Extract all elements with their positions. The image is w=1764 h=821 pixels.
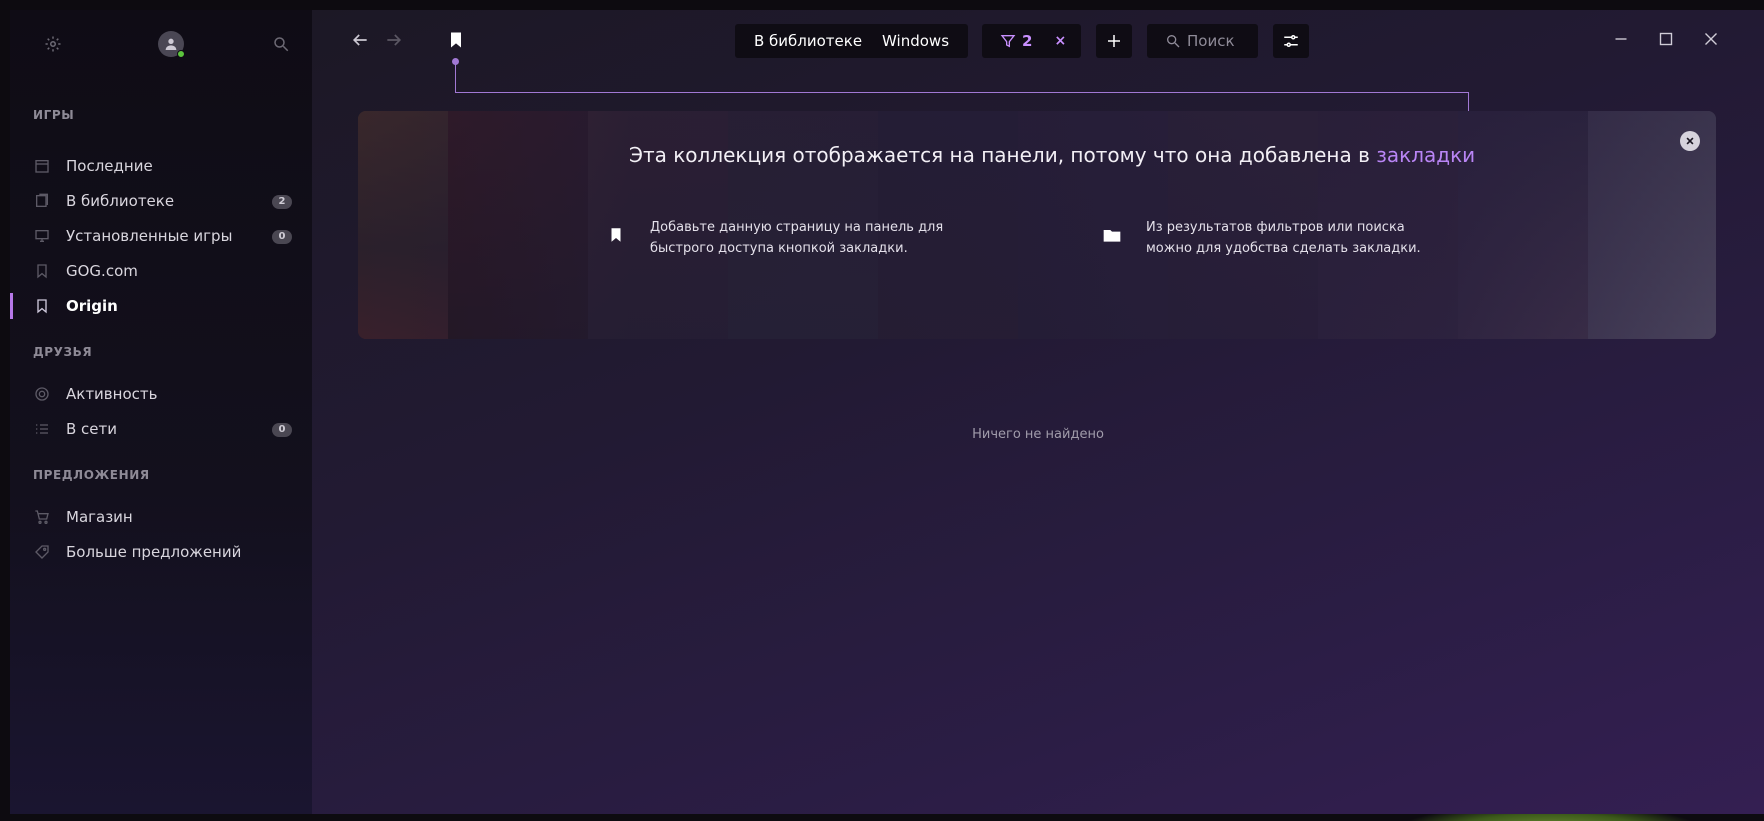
sidebar-item-label: Origin bbox=[66, 297, 118, 315]
sidebar-header bbox=[10, 10, 312, 80]
monitor-icon bbox=[35, 230, 49, 242]
plus-icon bbox=[1108, 35, 1120, 47]
search-icon bbox=[1167, 35, 1180, 48]
activity-icon bbox=[35, 387, 49, 401]
filter-icon bbox=[1000, 35, 1016, 48]
sidebar-item-label: Магазин bbox=[66, 508, 133, 526]
toolbar: В библиотеке Windows 2 × Поиск bbox=[312, 10, 1764, 70]
online-status-dot bbox=[177, 50, 185, 58]
count-badge: 0 bbox=[272, 423, 292, 437]
close-icon bbox=[1686, 137, 1694, 145]
sidebar-item-online[interactable]: В сети 0 bbox=[10, 412, 312, 446]
section-title-friends: ДРУЗЬЯ bbox=[33, 345, 93, 359]
tip-line: Из результатов фильтров или поиска bbox=[1146, 220, 1405, 235]
clear-filters-button[interactable]: × bbox=[1054, 33, 1066, 49]
tip-bookmark-page: Добавьте данную страницу на панель для б… bbox=[650, 217, 943, 259]
tag-icon bbox=[35, 545, 49, 559]
section-title-offers: ПРЕДЛОЖЕНИЯ bbox=[33, 468, 150, 482]
search-placeholder: Поиск bbox=[1187, 32, 1235, 50]
folder-icon bbox=[1103, 230, 1121, 242]
sidebar-item-activity[interactable]: Активность bbox=[10, 377, 312, 411]
sidebar-item-label: Активность bbox=[66, 385, 158, 403]
sidebar-item-store[interactable]: Магазин bbox=[10, 500, 312, 534]
bookmark-outline-icon bbox=[37, 264, 47, 279]
bookmark-icon bbox=[611, 228, 621, 242]
banner-close-button[interactable] bbox=[1680, 131, 1700, 151]
sidebar-item-label: Больше предложений bbox=[66, 543, 242, 561]
main-content: В библиотеке Windows 2 × Поиск Эта колле… bbox=[312, 10, 1764, 814]
filter-button[interactable]: 2 × bbox=[982, 24, 1081, 58]
avatar[interactable] bbox=[158, 31, 185, 58]
tip-filter-bookmarks: Из результатов фильтров или поиска можно… bbox=[1146, 217, 1421, 259]
count-badge: 0 bbox=[272, 230, 292, 244]
bookmarks-link[interactable]: закладки bbox=[1376, 143, 1475, 167]
sliders-icon bbox=[1284, 35, 1298, 47]
bookmark-info-banner: Эта коллекция отображается на панели, по… bbox=[358, 111, 1716, 339]
list-icon bbox=[36, 424, 48, 434]
scope-selector[interactable]: В библиотеке Windows bbox=[735, 24, 968, 58]
empty-state-message: Ничего не найдено bbox=[972, 427, 1104, 442]
bookmark-icon[interactable] bbox=[446, 30, 466, 50]
sidebar-item-label: Установленные игры bbox=[66, 227, 233, 245]
sidebar-item-library[interactable]: В библиотеке 2 bbox=[10, 184, 312, 218]
close-icon[interactable] bbox=[1700, 28, 1722, 50]
banner-title-text: Эта коллекция отображается на панели, по… bbox=[629, 143, 1370, 167]
library-icon bbox=[36, 193, 48, 207]
sidebar-item-recent[interactable]: Последние bbox=[10, 149, 312, 183]
count-badge: 2 bbox=[272, 195, 292, 209]
add-button[interactable] bbox=[1096, 24, 1132, 58]
search-input[interactable]: Поиск bbox=[1147, 24, 1258, 58]
tip-line: можно для удобства сделать закладки. bbox=[1146, 241, 1421, 256]
back-arrow-icon[interactable] bbox=[350, 30, 370, 50]
search-icon[interactable] bbox=[272, 35, 290, 53]
sidebar-item-label: В библиотеке bbox=[66, 192, 175, 210]
tip-line: быстрого доступа кнопкой закладки. bbox=[650, 241, 908, 256]
cart-icon bbox=[35, 510, 49, 524]
forward-arrow-icon[interactable] bbox=[384, 30, 404, 50]
sidebar-item-more-offers[interactable]: Больше предложений bbox=[10, 535, 312, 569]
connector-line bbox=[455, 92, 1468, 93]
scope-library[interactable]: В библиотеке bbox=[744, 32, 872, 50]
view-settings-button[interactable] bbox=[1273, 24, 1309, 58]
gear-icon[interactable] bbox=[44, 35, 62, 53]
minimize-icon[interactable] bbox=[1610, 28, 1632, 50]
banner-title: Эта коллекция отображается на панели, по… bbox=[629, 143, 1475, 167]
sidebar-item-gog[interactable]: GOG.com bbox=[10, 254, 312, 288]
sidebar-item-origin[interactable]: Origin bbox=[10, 289, 312, 323]
gog-galaxy-window: ИГРЫ Последние В библиотеке 2 Установлен… bbox=[10, 10, 1764, 814]
sidebar-item-label: Последние bbox=[66, 157, 153, 175]
connector-line bbox=[455, 60, 456, 92]
bookmark-outline-icon bbox=[37, 299, 47, 314]
sidebar-item-installed[interactable]: Установленные игры 0 bbox=[10, 219, 312, 253]
maximize-icon[interactable] bbox=[1655, 28, 1677, 50]
section-title-games: ИГРЫ bbox=[33, 108, 75, 122]
filter-count: 2 bbox=[1022, 32, 1033, 50]
tip-line: Добавьте данную страницу на панель для bbox=[650, 220, 944, 235]
sidebar-item-label: GOG.com bbox=[66, 262, 138, 280]
calendar-icon bbox=[35, 160, 49, 173]
user-icon bbox=[165, 38, 177, 50]
scope-platform[interactable]: Windows bbox=[872, 32, 959, 50]
sidebar-item-label: В сети bbox=[66, 420, 118, 438]
sidebar: ИГРЫ Последние В библиотеке 2 Установлен… bbox=[10, 10, 312, 814]
